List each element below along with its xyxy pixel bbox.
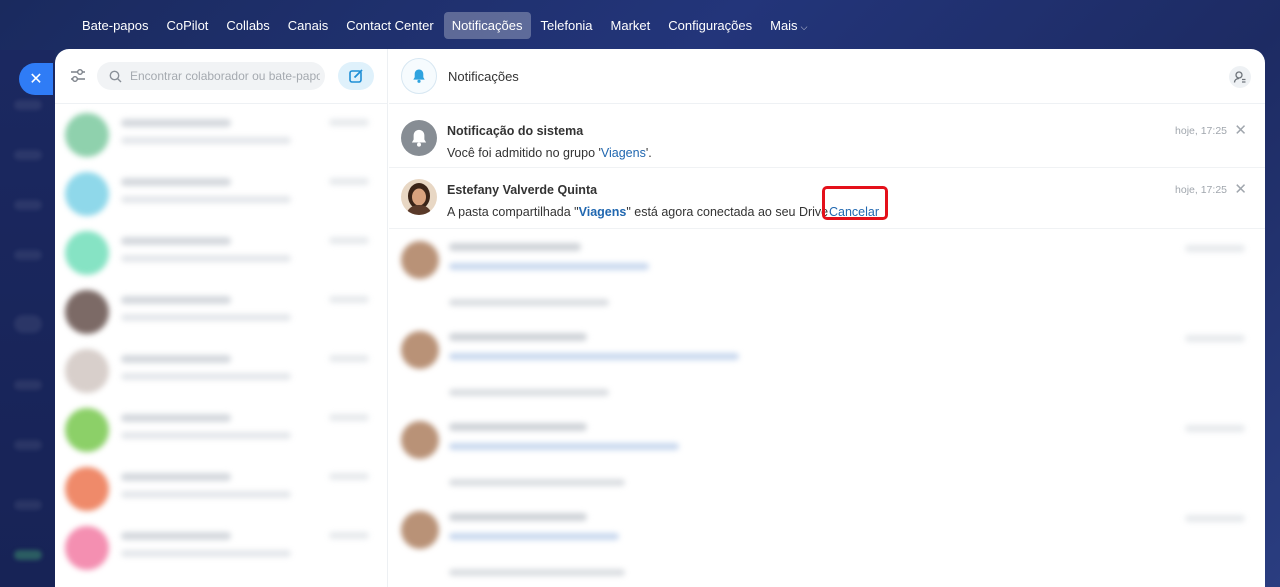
avatar <box>65 172 109 216</box>
filter-icon[interactable] <box>69 67 87 85</box>
chat-list-item[interactable] <box>65 166 375 224</box>
notification-sender: Notificação do sistema <box>447 124 584 138</box>
nav-item-canais[interactable]: Canais <box>280 12 336 39</box>
notifications-title: Notificações <box>448 68 519 84</box>
chevron-down-icon: ⌵ <box>800 21 808 32</box>
user-search-icon <box>1233 71 1246 83</box>
chat-list-item[interactable] <box>65 461 375 519</box>
left-sidebar <box>0 50 55 587</box>
chat-list-item[interactable] <box>65 107 375 165</box>
messenger-panel: Notificações Notificação do sistema Você… <box>55 49 1265 587</box>
nav-item-telefonia[interactable]: Telefonia <box>533 12 601 39</box>
chat-search-row <box>55 49 387 104</box>
nav-item-mais[interactable]: Mais ⌵ <box>762 12 815 39</box>
avatar <box>65 349 109 393</box>
top-nav: Bate-papos CoPilot Collabs Canais Contac… <box>0 0 1280 50</box>
bell-icon <box>413 69 425 83</box>
notification-sender: Estefany Valverde Quinta <box>447 183 598 197</box>
nav-item-bate-papos[interactable]: Bate-papos <box>74 12 157 39</box>
notifications-header: Notificações <box>389 49 1265 104</box>
nav-item-market[interactable]: Market <box>603 12 659 39</box>
avatar <box>65 231 109 275</box>
chat-list-column <box>55 49 388 587</box>
nav-item-notificacoes[interactable]: Notificações <box>443 11 531 39</box>
close-icon[interactable]: ✕ <box>1234 180 1247 198</box>
text-part: A pasta compartilhada " <box>447 205 579 219</box>
avatar <box>65 526 109 570</box>
notification-time: hoje, 17:25 <box>1175 125 1227 137</box>
chat-list-item[interactable] <box>65 520 375 578</box>
chat-list-item[interactable] <box>65 343 375 401</box>
notifications-settings-button[interactable] <box>1229 66 1251 88</box>
nav-item-collabs[interactable]: Collabs <box>218 12 277 39</box>
close-panel-button[interactable]: ✕ <box>19 63 53 95</box>
notification-item-blurred <box>389 235 1265 323</box>
close-icon[interactable]: ✕ <box>1234 121 1247 139</box>
search-icon <box>109 70 122 82</box>
notification-item-blurred <box>389 325 1265 413</box>
bell-icon <box>411 129 427 147</box>
nav-item-configuracoes[interactable]: Configurações <box>660 12 760 39</box>
avatar <box>65 113 109 157</box>
system-avatar <box>401 120 437 156</box>
compose-icon <box>349 69 363 83</box>
folder-link[interactable]: Viagens <box>579 205 627 219</box>
group-link[interactable]: Viagens <box>601 146 646 160</box>
notification-item-blurred <box>389 415 1265 503</box>
avatar <box>65 290 109 334</box>
close-icon: ✕ <box>29 71 43 88</box>
new-chat-button[interactable] <box>338 62 374 90</box>
text-part: " está agora conectada ao seu Drive <box>626 205 829 219</box>
notifications-column: Notificações Notificação do sistema Você… <box>389 49 1265 587</box>
user-photo-icon <box>401 179 437 215</box>
nav-item-contact-center[interactable]: Contact Center <box>338 12 441 39</box>
chat-list-item[interactable] <box>65 284 375 342</box>
notification-item: Estefany Valverde Quinta A pasta compart… <box>389 169 1265 229</box>
notification-item-blurred <box>389 505 1265 587</box>
mais-label: Mais <box>770 17 798 33</box>
chat-list-item[interactable] <box>65 402 375 460</box>
chat-list-item[interactable] <box>65 225 375 283</box>
avatar <box>65 467 109 511</box>
avatar <box>65 408 109 452</box>
text-part: '. <box>645 146 652 160</box>
notifications-bell <box>401 58 437 94</box>
text-part: Você foi admitido no grupo ' <box>447 146 601 160</box>
chat-search-box <box>97 62 325 90</box>
notification-item: Notificação do sistema Você foi admitido… <box>389 110 1265 168</box>
notification-text: Você foi admitido no grupo 'Viagens'. <box>447 146 652 160</box>
nav-item-copilot[interactable]: CoPilot <box>159 12 217 39</box>
notification-time: hoje, 17:25 <box>1175 184 1227 196</box>
cancel-link[interactable]: Cancelar <box>829 205 879 219</box>
chat-search-input[interactable] <box>130 69 320 83</box>
notification-text: A pasta compartilhada "Viagens" está ago… <box>447 205 828 219</box>
user-avatar <box>401 179 437 215</box>
